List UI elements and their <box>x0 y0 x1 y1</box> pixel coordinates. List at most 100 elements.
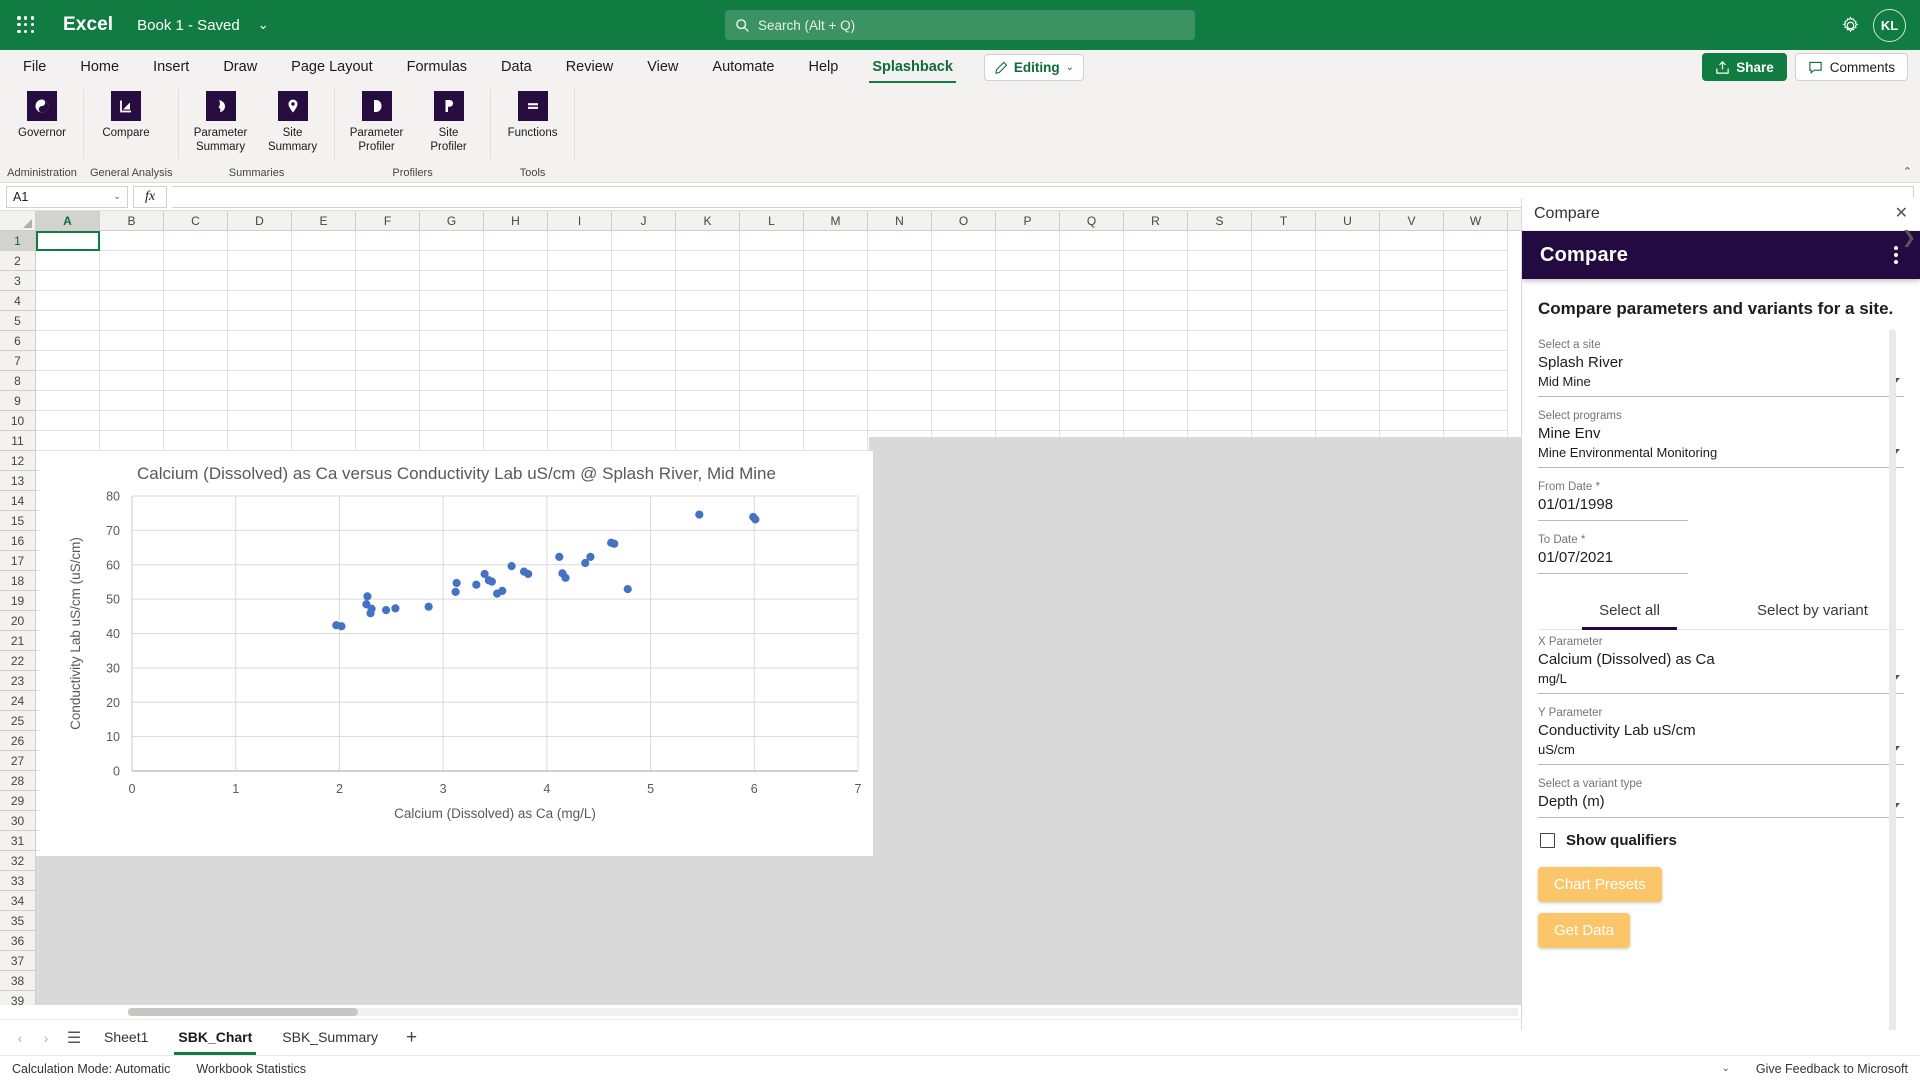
grid-cell[interactable] <box>228 271 292 291</box>
row-header-8[interactable]: 8 <box>0 371 35 391</box>
grid-cell[interactable] <box>36 431 100 451</box>
grid-cell[interactable] <box>868 251 932 271</box>
grid-cell[interactable] <box>356 391 420 411</box>
grid-cell[interactable] <box>676 371 740 391</box>
search-box[interactable] <box>725 10 1195 40</box>
grid-cell[interactable] <box>1188 371 1252 391</box>
grid-cell[interactable] <box>36 231 100 251</box>
grid-cell[interactable] <box>804 391 868 411</box>
grid-cell[interactable] <box>740 311 804 331</box>
grid-cell[interactable] <box>612 371 676 391</box>
chevron-right-icon[interactable]: › <box>34 1026 58 1050</box>
grid-cell[interactable] <box>356 271 420 291</box>
column-header-E[interactable]: E <box>292 211 356 230</box>
show-qualifiers-checkbox[interactable] <box>1540 833 1555 848</box>
grid-cell[interactable] <box>292 251 356 271</box>
grid-cell[interactable] <box>356 231 420 251</box>
grid-cell[interactable] <box>612 271 676 291</box>
grid-cell[interactable] <box>804 271 868 291</box>
grid-cell[interactable] <box>228 331 292 351</box>
row-header-7[interactable]: 7 <box>0 351 35 371</box>
grid-cell[interactable] <box>612 331 676 351</box>
sheet-tab-sheet1[interactable]: Sheet1 <box>90 1021 162 1055</box>
column-header-I[interactable]: I <box>548 211 612 230</box>
grid-cell[interactable] <box>804 371 868 391</box>
row-header-38[interactable]: 38 <box>0 971 35 991</box>
row-header-31[interactable]: 31 <box>0 831 35 851</box>
task-pane-scrollbar[interactable] <box>1889 329 1896 1030</box>
grid-cell[interactable] <box>1252 351 1316 371</box>
grid-cell[interactable] <box>36 371 100 391</box>
row-header-3[interactable]: 3 <box>0 271 35 291</box>
grid-cell[interactable] <box>292 371 356 391</box>
grid-cell[interactable] <box>1124 311 1188 331</box>
insert-function-button[interactable]: fx <box>133 185 167 208</box>
grid-cell[interactable] <box>612 251 676 271</box>
column-header-A[interactable]: A <box>36 211 100 230</box>
grid-cell[interactable] <box>932 251 996 271</box>
grid-cell[interactable] <box>164 331 228 351</box>
to-date-field[interactable]: To Date * 01/07/2021 <box>1538 534 1904 574</box>
row-header-5[interactable]: 5 <box>0 311 35 331</box>
grid-cell[interactable] <box>356 251 420 271</box>
grid-cell[interactable] <box>100 351 164 371</box>
grid-cell[interactable] <box>228 251 292 271</box>
grid-cell[interactable] <box>1252 231 1316 251</box>
grid-cell[interactable] <box>1060 371 1124 391</box>
x-parameter-field[interactable]: X Parameter Calcium (Dissolved) as Ca mg… <box>1538 636 1904 694</box>
grid-cell[interactable] <box>1444 251 1508 271</box>
grid-cell[interactable] <box>612 311 676 331</box>
column-header-V[interactable]: V <box>1380 211 1444 230</box>
grid-cell[interactable] <box>484 231 548 251</box>
grid-cell[interactable] <box>292 231 356 251</box>
row-header-24[interactable]: 24 <box>0 691 35 711</box>
row-header-15[interactable]: 15 <box>0 511 35 531</box>
tab-data[interactable]: Data <box>484 52 549 83</box>
row-header-10[interactable]: 10 <box>0 411 35 431</box>
grid-cell[interactable] <box>548 431 612 451</box>
grid-cell[interactable] <box>1252 271 1316 291</box>
grid-cell[interactable] <box>740 431 804 451</box>
tab-splashback[interactable]: Splashback <box>855 52 970 83</box>
grid-cell[interactable] <box>1444 271 1508 291</box>
grid-cell[interactable] <box>1252 251 1316 271</box>
grid-cell[interactable] <box>676 291 740 311</box>
grid-cell[interactable] <box>484 331 548 351</box>
grid-cell[interactable] <box>1124 391 1188 411</box>
grid-cell[interactable] <box>548 371 612 391</box>
row-header-39[interactable]: 39 <box>0 991 35 1005</box>
grid-cell[interactable] <box>420 271 484 291</box>
grid-cell[interactable] <box>932 411 996 431</box>
document-name[interactable]: Book 1 - Saved <box>137 17 240 34</box>
grid-cell[interactable] <box>548 271 612 291</box>
column-header-S[interactable]: S <box>1188 211 1252 230</box>
grid-cell[interactable] <box>1444 371 1508 391</box>
grid-cell[interactable] <box>1060 251 1124 271</box>
grid-cell[interactable] <box>100 371 164 391</box>
grid-cell[interactable] <box>868 331 932 351</box>
grid-cell[interactable] <box>1060 311 1124 331</box>
grid-cell[interactable] <box>804 431 868 451</box>
show-qualifiers-row[interactable]: Show qualifiers <box>1540 832 1904 849</box>
grid-cell[interactable] <box>932 391 996 411</box>
grid-cell[interactable] <box>548 251 612 271</box>
grid-cell[interactable] <box>164 391 228 411</box>
grid-cell[interactable] <box>420 371 484 391</box>
grid-cell[interactable] <box>804 311 868 331</box>
search-input[interactable] <box>758 17 1185 33</box>
grid-cell[interactable] <box>484 431 548 451</box>
grid-cell[interactable] <box>1380 231 1444 251</box>
grid-cell[interactable] <box>1124 411 1188 431</box>
row-header-12[interactable]: 12 <box>0 451 35 471</box>
grid-cell[interactable] <box>292 391 356 411</box>
row-header-25[interactable]: 25 <box>0 711 35 731</box>
grid-cell[interactable] <box>932 291 996 311</box>
grid-cell[interactable] <box>868 371 932 391</box>
grid-cell[interactable] <box>1380 331 1444 351</box>
column-header-M[interactable]: M <box>804 211 868 230</box>
grid-cell[interactable] <box>228 351 292 371</box>
ribbon-button-functions[interactable]: Functions <box>497 89 569 140</box>
share-button[interactable]: Share <box>1702 53 1787 81</box>
column-header-C[interactable]: C <box>164 211 228 230</box>
tab-select-by-variant[interactable]: Select by variant <box>1721 594 1904 629</box>
